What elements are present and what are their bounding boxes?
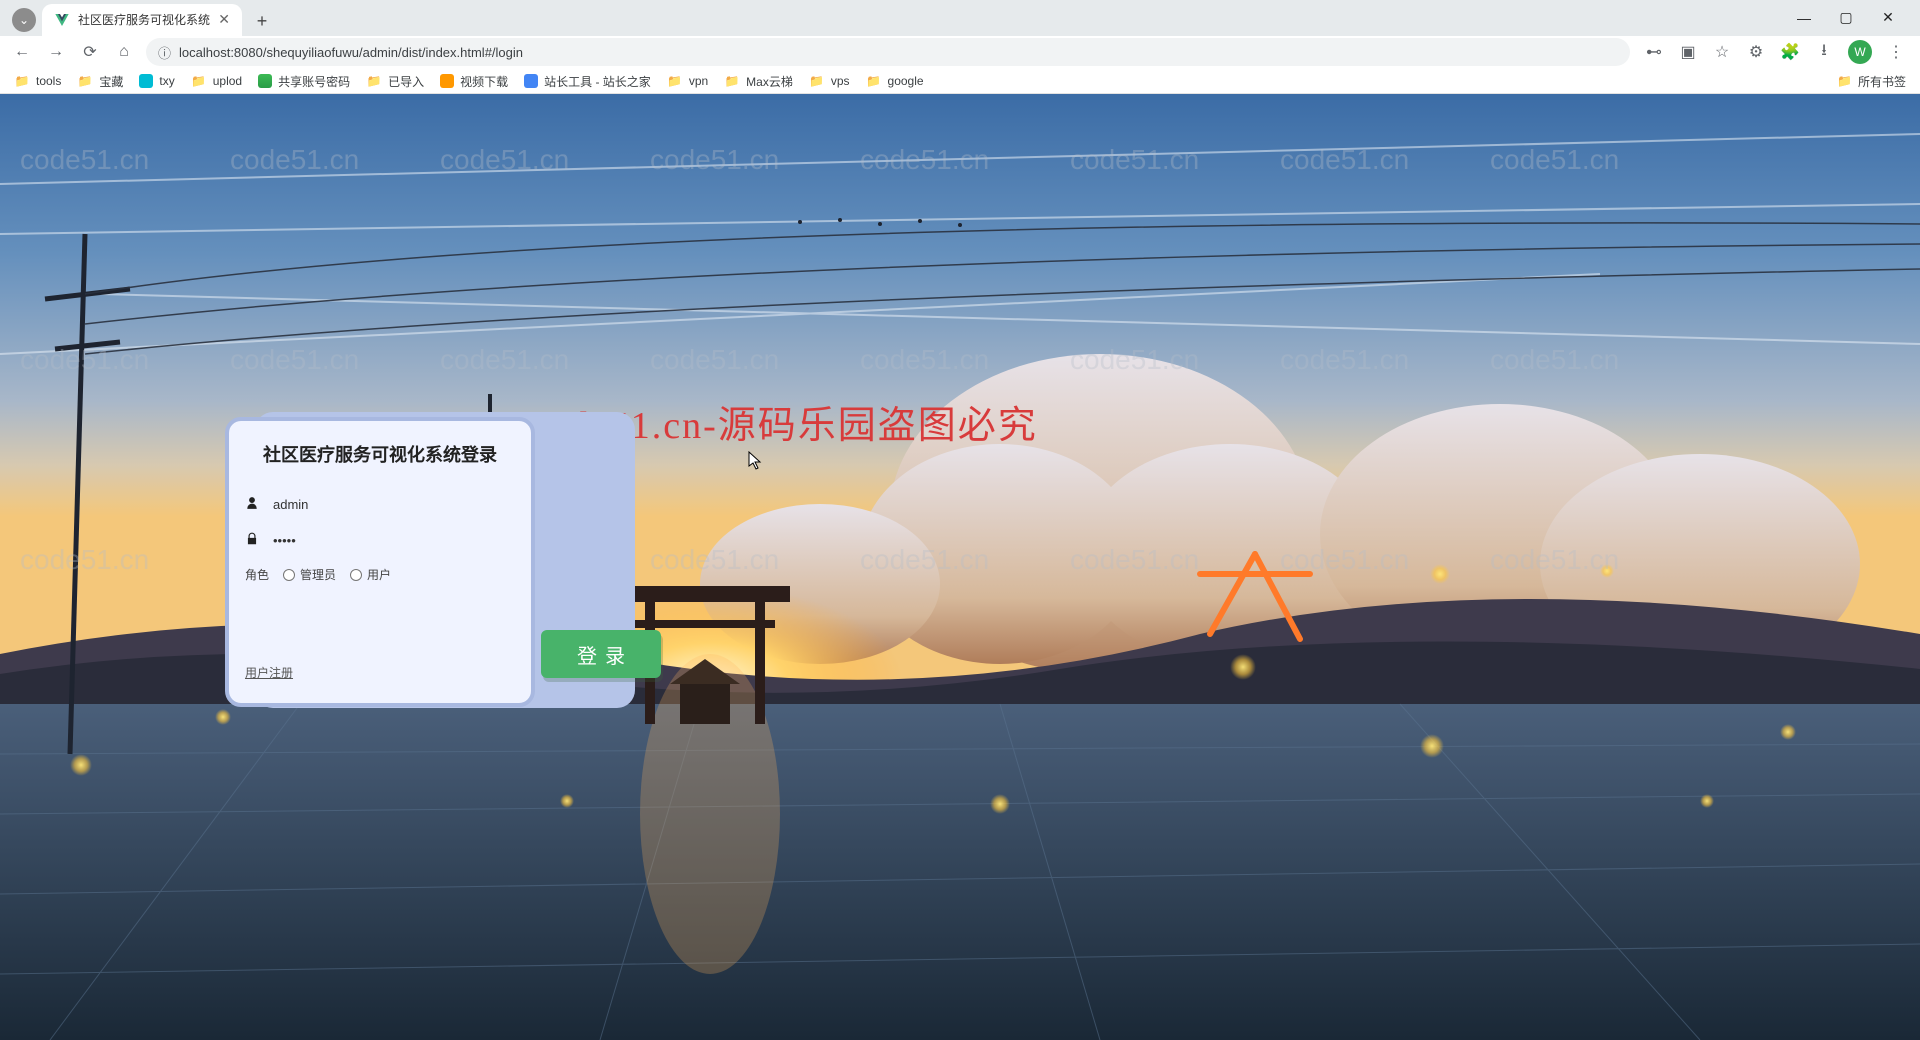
folder-icon — [14, 73, 30, 89]
role-label: 角色 — [245, 566, 269, 583]
page-content: code51.cncode51.cncode51.cncode51.cncode… — [0, 94, 1920, 1040]
folder-icon — [667, 73, 683, 89]
bookmark-item[interactable]: 站长工具 - 站长之家 — [524, 73, 651, 90]
user-icon — [245, 496, 261, 513]
login-title: 社区医疗服务可视化系统登录 — [245, 443, 515, 468]
password-field — [245, 522, 515, 558]
lens-icon[interactable]: ▣ — [1678, 42, 1698, 62]
kebab-menu-icon[interactable]: ⋮ — [1886, 42, 1906, 62]
bookmark-label: uplod — [213, 74, 242, 88]
username-input[interactable] — [273, 497, 515, 512]
toolbar-right: ⊷ ▣ ☆ ⚙ 🧩 ⭳ W ⋮ — [1640, 40, 1910, 64]
username-field — [245, 486, 515, 522]
bookmark-item[interactable]: 共享账号密码 — [258, 73, 350, 90]
bookmark-item[interactable]: tools — [14, 73, 61, 89]
password-input[interactable] — [273, 533, 515, 548]
bookmark-item[interactable]: 宝藏 — [77, 73, 123, 90]
bookmark-item[interactable]: google — [866, 73, 924, 89]
bookmark-label: vps — [831, 74, 850, 88]
folder-icon — [809, 73, 825, 89]
register-link[interactable]: 用户注册 — [245, 664, 515, 681]
new-tab-button[interactable]: + — [248, 8, 276, 36]
role-admin-label: 管理员 — [300, 566, 336, 583]
star-icon[interactable]: ☆ — [1712, 42, 1732, 62]
browser-chrome: ⌄ 社区医疗服务可视化系统 ✕ + — ▢ ✕ ← → ⟳ ⌂ ⓘ localh… — [0, 0, 1920, 94]
bookmark-item[interactable]: 已导入 — [366, 73, 424, 90]
bookmark-label: google — [888, 74, 924, 88]
back-icon[interactable]: ← — [10, 40, 34, 64]
login-card: 社区医疗服务可视化系统登录 角色 管理员 — [225, 412, 615, 712]
bookmark-label: 视频下载 — [460, 73, 508, 90]
folder-icon — [724, 73, 740, 89]
folder-icon — [366, 73, 382, 89]
bookmark-item[interactable]: vpn — [667, 73, 708, 89]
role-row: 角色 管理员 用户 — [245, 566, 515, 583]
role-user-label: 用户 — [367, 566, 391, 583]
bookmark-label: txy — [159, 74, 174, 88]
reload-icon[interactable]: ⟳ — [78, 40, 102, 64]
nav-row: ← → ⟳ ⌂ ⓘ localhost:8080/shequyiliaofuwu… — [0, 36, 1920, 70]
all-bookmarks-button[interactable]: 所有书签 — [1837, 73, 1906, 90]
tab-group-chevron-icon[interactable]: ⌄ — [12, 8, 36, 32]
extensions-icon[interactable]: ⚙ — [1746, 42, 1766, 62]
bookmark-label: Max云梯 — [746, 73, 793, 90]
role-option-admin[interactable]: 管理员 — [283, 566, 336, 583]
window-controls: — ▢ ✕ — [1778, 0, 1914, 36]
address-bar[interactable]: ⓘ localhost:8080/shequyiliaofuwu/admin/d… — [146, 38, 1630, 66]
login-card-front: 社区医疗服务可视化系统登录 角色 管理员 — [225, 417, 535, 707]
app-icon — [258, 74, 272, 88]
forward-icon[interactable]: → — [44, 40, 68, 64]
bookmarks-bar: tools 宝藏 txy uplod 共享账号密码 已导入 视频下载 站长工具 - 站长之家 v… — [0, 69, 1920, 93]
bookmark-label: tools — [36, 74, 61, 88]
bookmark-item[interactable]: txy — [139, 74, 174, 88]
folder-icon — [1837, 74, 1852, 88]
tab-title: 社区医疗服务可视化系统 — [78, 11, 210, 28]
download-icon[interactable]: ⭳ — [1814, 42, 1834, 62]
url-text: localhost:8080/shequyiliaofuwu/admin/dis… — [179, 45, 523, 60]
bookmark-label: vpn — [689, 74, 708, 88]
bookmark-item[interactable]: vps — [809, 73, 850, 89]
role-option-user[interactable]: 用户 — [350, 566, 391, 583]
tab-close-icon[interactable]: ✕ — [218, 11, 230, 28]
tab-strip: ⌄ 社区医疗服务可视化系统 ✕ + — ▢ ✕ — [0, 0, 1920, 36]
password-key-icon[interactable]: ⊷ — [1644, 42, 1664, 62]
bookmark-label: 已导入 — [388, 73, 424, 90]
bookmark-item[interactable]: uplod — [191, 73, 242, 89]
minimize-icon[interactable]: — — [1796, 10, 1812, 26]
folder-icon — [866, 73, 882, 89]
browser-tab[interactable]: 社区医疗服务可视化系统 ✕ — [42, 4, 242, 36]
site-info-icon[interactable]: ⓘ — [158, 43, 171, 62]
puzzle-icon[interactable]: 🧩 — [1780, 42, 1800, 62]
lock-icon — [245, 532, 261, 549]
app-icon — [139, 74, 153, 88]
app-icon — [524, 74, 538, 88]
vue-favicon-icon — [54, 12, 70, 28]
close-window-icon[interactable]: ✕ — [1880, 9, 1896, 26]
all-bookmarks-label: 所有书签 — [1858, 73, 1906, 90]
app-icon — [440, 74, 454, 88]
bookmark-item[interactable]: 视频下载 — [440, 73, 508, 90]
bookmark-label: 共享账号密码 — [278, 73, 350, 90]
profile-avatar[interactable]: W — [1848, 40, 1872, 64]
folder-icon — [191, 73, 207, 89]
home-icon[interactable]: ⌂ — [112, 40, 136, 64]
maximize-icon[interactable]: ▢ — [1838, 9, 1854, 26]
bookmark-label: 宝藏 — [99, 73, 123, 90]
role-radio-user[interactable] — [350, 569, 362, 581]
bookmark-item[interactable]: Max云梯 — [724, 73, 793, 90]
bookmark-label: 站长工具 - 站长之家 — [544, 73, 651, 90]
login-button[interactable]: 登录 — [541, 630, 661, 678]
folder-icon — [77, 73, 93, 89]
role-radio-admin[interactable] — [283, 569, 295, 581]
